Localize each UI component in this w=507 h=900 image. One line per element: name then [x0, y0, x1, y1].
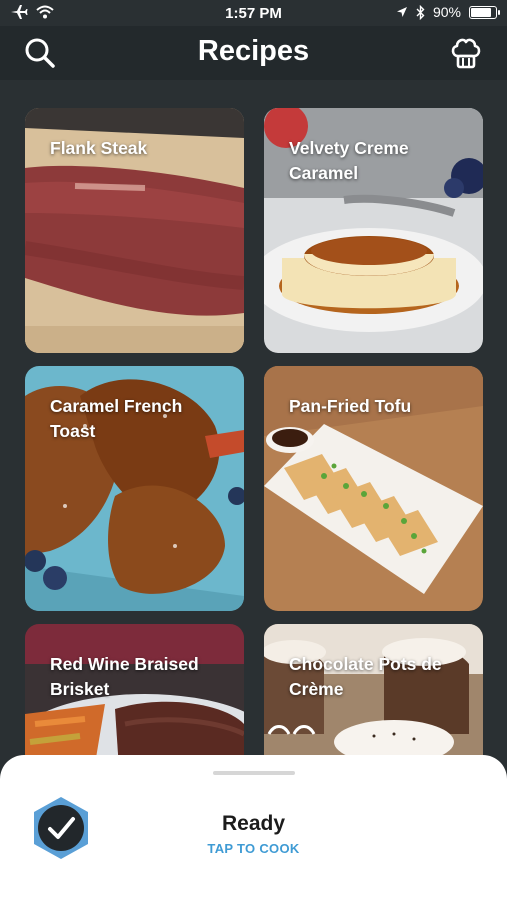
chef-button[interactable] — [446, 33, 486, 73]
ready-status: Ready — [221, 812, 286, 835]
cook-bottom-sheet[interactable]: Ready TAP TO COOK — [0, 755, 507, 900]
battery-icon — [469, 5, 500, 19]
battery-level — [471, 7, 491, 17]
recipe-card-pan-fried-tofu[interactable]: Pan-Fried Tofu — [264, 366, 483, 611]
page-title: Recipes — [197, 35, 310, 67]
tap-to-cook-link[interactable]: TAP TO COOK — [0, 841, 507, 856]
recipe-title: Red Wine Braised Brisket — [50, 654, 199, 699]
status-bar: 1:57 PM 90% — [0, 0, 507, 26]
recipe-title: Chocolate Pots de Crème — [289, 654, 442, 699]
recipe-card-creme-caramel[interactable]: Velvety Creme Caramel — [264, 108, 483, 353]
recipe-card-flank-steak[interactable]: Flank Steak — [25, 108, 244, 353]
recipe-title: Caramel French Toast — [50, 396, 183, 441]
recipe-title: Pan-Fried Tofu — [289, 396, 412, 416]
recipe-title: Velvety Creme Caramel — [289, 138, 409, 183]
sheet-handle[interactable] — [213, 771, 295, 775]
recipe-title: Flank Steak — [50, 138, 148, 158]
battery-percent: 90% — [432, 4, 461, 20]
location-icon — [396, 7, 407, 17]
recipe-card-french-toast[interactable]: Caramel French Toast — [25, 366, 244, 611]
chef-hat-icon — [451, 38, 481, 69]
bluetooth-icon — [416, 4, 425, 20]
app-header: Recipes — [0, 26, 507, 80]
